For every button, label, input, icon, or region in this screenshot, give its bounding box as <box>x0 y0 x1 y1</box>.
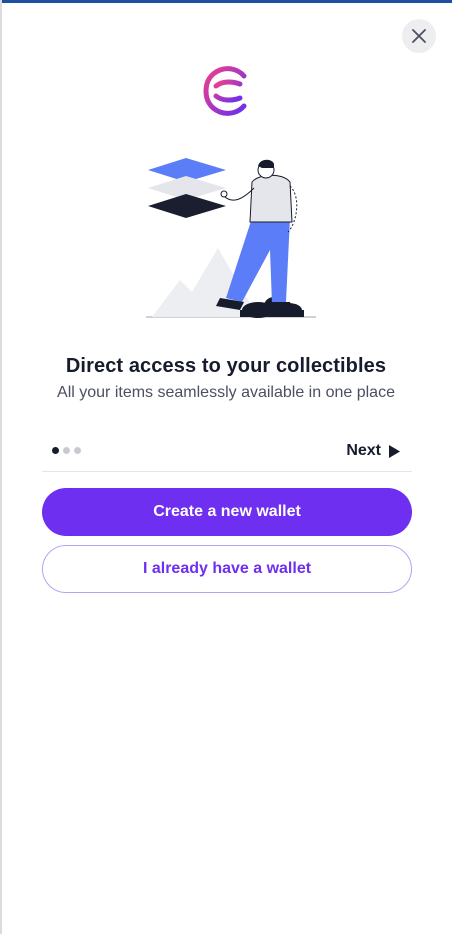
pagination-dot-1[interactable] <box>52 447 59 454</box>
close-button[interactable] <box>402 19 436 53</box>
divider <box>42 471 412 472</box>
window-top-edge <box>0 0 452 3</box>
create-wallet-button[interactable]: Create a new wallet <box>42 488 412 536</box>
brand-logo <box>203 66 247 116</box>
window-left-edge <box>0 0 2 934</box>
play-arrow-icon <box>389 444 400 458</box>
existing-wallet-button[interactable]: I already have a wallet <box>42 545 412 593</box>
onboarding-modal: Direct access to your collectibles All y… <box>0 0 452 934</box>
next-button[interactable]: Next <box>346 440 400 462</box>
pagination-dots <box>52 447 81 454</box>
close-icon <box>412 29 426 43</box>
onboarding-subtitle: All your items seamlessly available in o… <box>57 384 395 401</box>
next-button-label: Next <box>346 442 381 459</box>
pagination-dot-3[interactable] <box>74 447 81 454</box>
collectibles-illustration <box>146 158 316 318</box>
create-wallet-label: Create a new wallet <box>153 503 301 520</box>
existing-wallet-label: I already have a wallet <box>142 560 312 577</box>
pagination-dot-2[interactable] <box>63 447 70 454</box>
onboarding-title: Direct access to your collectibles <box>65 355 387 377</box>
